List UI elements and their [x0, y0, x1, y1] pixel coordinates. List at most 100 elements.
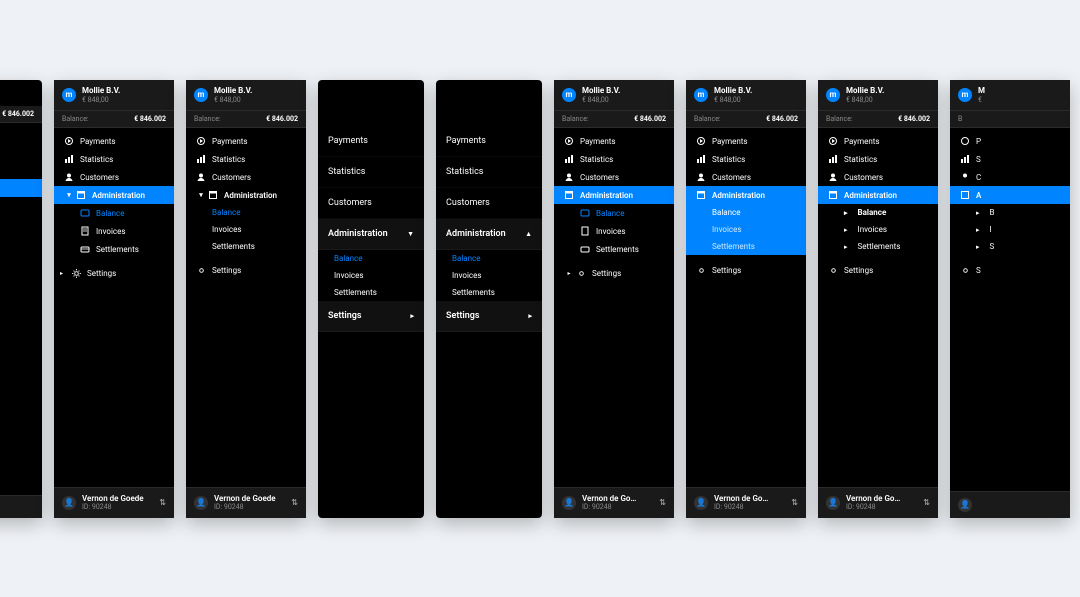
- nav-settings[interactable]: Settings▸: [436, 301, 542, 332]
- nav-invoices[interactable]: Invoices: [186, 221, 306, 238]
- org-amount: € 848,00: [214, 96, 252, 105]
- nav-balance[interactable]: Balance: [186, 204, 306, 221]
- nav-statistics[interactable]: Statistics: [54, 150, 174, 168]
- statistics-icon: [564, 154, 574, 164]
- chevron-right-icon: ▸: [60, 270, 63, 277]
- balance-row: Balance:€ 846.002: [818, 111, 938, 128]
- nav-settings[interactable]: Settings: [686, 261, 806, 279]
- nav-settlements[interactable]: ▸Settlements: [818, 238, 938, 255]
- nav-administration[interactable]: ▾ Administration: [54, 186, 174, 204]
- administration-icon: [208, 190, 218, 200]
- nav-customers[interactable]: C: [950, 168, 1070, 186]
- nav-statistics[interactable]: Statistics: [554, 150, 674, 168]
- nav-payments[interactable]: Payments: [818, 132, 938, 150]
- sort-icon[interactable]: ⇅: [659, 498, 666, 507]
- nav-payments[interactable]: Payments: [436, 126, 542, 157]
- nav-payments[interactable]: Payments: [186, 132, 306, 150]
- balance-label: Balance:: [194, 115, 221, 123]
- user-footer[interactable]: 👤: [950, 491, 1070, 518]
- nav-customers[interactable]: Customers: [186, 168, 306, 186]
- nav-customers[interactable]: Customers: [318, 188, 424, 219]
- nav-invoices[interactable]: Invoices: [554, 222, 674, 240]
- nav-statistics[interactable]: Statistics: [186, 150, 306, 168]
- nav-settlements[interactable]: Settlements: [686, 238, 806, 255]
- nav-balance[interactable]: Balance: [554, 204, 674, 222]
- nav: Payments Statistics Customers Administra…: [818, 128, 938, 486]
- nav-customers[interactable]: Customers: [54, 168, 174, 186]
- nav-payments[interactable]: Payments: [54, 132, 174, 150]
- nav-settlements[interactable]: Settlements: [436, 284, 542, 301]
- user-footer[interactable]: 👤 Vernon de Goede ID: 90248 ⇅: [54, 487, 174, 518]
- nav-statistics[interactable]: Statistics: [436, 157, 542, 188]
- user-footer[interactable]: 👤Vernon de Go…ID: 90248⇅: [686, 487, 806, 518]
- nav-settings[interactable]: Settings: [186, 261, 306, 279]
- nav-statistics[interactable]: S: [950, 150, 1070, 168]
- user-footer[interactable]: 👤Vernon de Go…ID: 90248⇅: [818, 487, 938, 518]
- nav-settings[interactable]: ▸Settings: [554, 264, 674, 282]
- nav-payments[interactable]: P: [950, 132, 1070, 150]
- nav-customers[interactable]: Customers: [686, 168, 806, 186]
- nav-settings[interactable]: ▸ Settings: [54, 264, 174, 282]
- nav-customers[interactable]: Customers: [436, 188, 542, 219]
- user-footer[interactable]: 👤Vernon de Go…ID: 90248⇅: [554, 487, 674, 518]
- sidebar-header[interactable]: m Mollie B.V.€ 848,00: [554, 80, 674, 112]
- nav-balance[interactable]: Balance: [436, 250, 542, 267]
- nav-balance[interactable]: Balance: [686, 204, 806, 221]
- balance-icon: [80, 208, 90, 218]
- org-name: Mollie B.V.: [82, 86, 120, 96]
- nav-customers[interactable]: Customers: [554, 168, 674, 186]
- user-footer[interactable]: 👤 Vernon de GoedeID: 90248 ⇅: [186, 487, 306, 518]
- nav-settlements[interactable]: Settlements: [554, 240, 674, 258]
- nav-administration[interactable]: Administration: [818, 186, 938, 204]
- balance-value: € 846.002: [766, 115, 798, 123]
- nav-payments[interactable]: Payments: [686, 132, 806, 150]
- nav-invoices[interactable]: ▸I: [950, 221, 1070, 238]
- nav-invoices[interactable]: ▸Invoices: [818, 221, 938, 238]
- nav-customers[interactable]: Customers: [818, 168, 938, 186]
- active-row-stub[interactable]: [0, 179, 42, 197]
- nav-settlements[interactable]: Settlements: [54, 240, 174, 258]
- nav-administration[interactable]: Administration▼: [318, 219, 424, 250]
- sidebar-header[interactable]: m Mollie B.V. € 848,00: [54, 80, 174, 112]
- nav-administration[interactable]: ▾Administration: [186, 186, 306, 204]
- nav-settlements[interactable]: Settlements: [318, 284, 424, 301]
- nav-payments[interactable]: Payments: [318, 126, 424, 157]
- sort-icon[interactable]: ⇅: [791, 498, 798, 507]
- sidebar-header[interactable]: m Mollie B.V. € 848,00: [186, 80, 306, 112]
- nav-balance[interactable]: Balance: [54, 204, 174, 222]
- nav-administration[interactable]: A: [950, 186, 1070, 204]
- nav-statistics[interactable]: Statistics: [818, 150, 938, 168]
- nav-settings[interactable]: Settings: [818, 261, 938, 279]
- design-canvas: Balance: € 846.002 de m Mollie B.V. € 84…: [0, 0, 1080, 597]
- balance-value: € 846.002: [2, 110, 34, 118]
- nav-balance[interactable]: ▸Balance: [818, 204, 938, 221]
- nav-balance[interactable]: Balance: [318, 250, 424, 267]
- statistics-icon: [828, 154, 838, 164]
- sidebar-header[interactable]: mMollie B.V.€ 848,00: [818, 80, 938, 112]
- sort-icon[interactable]: ⇅: [291, 498, 298, 507]
- sidebar-header[interactable]: mM€: [950, 80, 1070, 112]
- sort-icon[interactable]: ⇅: [923, 498, 930, 507]
- nav-invoices[interactable]: Invoices: [686, 221, 806, 238]
- balance-row: B: [950, 111, 1070, 128]
- nav-administration[interactable]: Administration: [554, 186, 674, 204]
- nav-settlements[interactable]: ▸S: [950, 238, 1070, 255]
- statistics-icon: [196, 154, 206, 164]
- nav-payments[interactable]: Payments: [554, 132, 674, 150]
- nav-invoices[interactable]: Invoices: [436, 267, 542, 284]
- nav-administration[interactable]: Administration: [686, 186, 806, 204]
- nav-settings[interactable]: Settings▸: [318, 301, 424, 332]
- nav-administration[interactable]: Administration▲: [436, 219, 542, 250]
- nav-statistics[interactable]: Statistics: [686, 150, 806, 168]
- nav-statistics[interactable]: Statistics: [318, 157, 424, 188]
- nav-invoices[interactable]: Invoices: [54, 222, 174, 240]
- nav-settings[interactable]: S: [950, 261, 1070, 279]
- sort-icon[interactable]: ⇅: [159, 498, 166, 507]
- nav-invoices[interactable]: Invoices: [318, 267, 424, 284]
- invoices-icon: [580, 226, 590, 236]
- nav-settlements[interactable]: Settlements: [186, 238, 306, 255]
- nav-balance[interactable]: ▸B: [950, 204, 1070, 221]
- user-footer[interactable]: de: [0, 495, 42, 518]
- user-name: Vernon de Go…: [582, 494, 636, 504]
- sidebar-header[interactable]: mMollie B.V.€ 848,00: [686, 80, 806, 112]
